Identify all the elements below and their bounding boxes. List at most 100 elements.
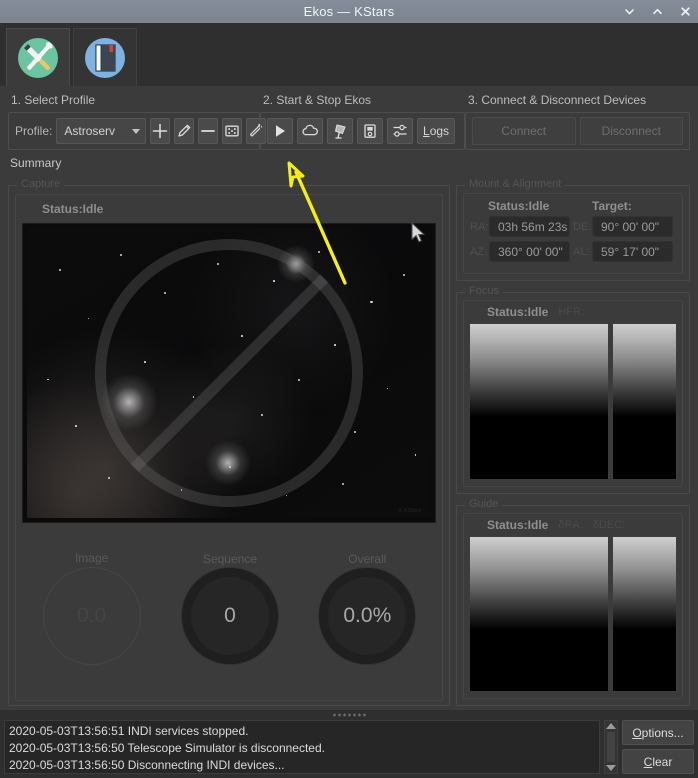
dra-label: δRA: (558, 518, 583, 531)
ra-value: 03h 56m 23s (489, 216, 570, 237)
capture-group-title: Capture (17, 178, 65, 190)
hfr-label: HFR: (558, 306, 585, 318)
scan-profile-button[interactable] (222, 118, 243, 144)
maximize-icon[interactable] (650, 5, 664, 19)
minimize-icon[interactable] (622, 5, 636, 19)
mount-ra-de-row: RA: 03h 56m 23s DE: 90° 00' 00" (470, 216, 676, 237)
step-start-stop-ekos: 2. Start & Stop Ekos Logs (260, 93, 465, 150)
logs-mnemonic: L (423, 124, 430, 138)
log-output[interactable]: 2020-05-03T13:56:51 INDI services stoppe… (4, 720, 600, 774)
focus-plots (469, 323, 677, 480)
connect-label: Connect (501, 124, 547, 138)
overall-gauge: Overall 0.0% (319, 552, 416, 667)
splitter-grip-icon (332, 713, 366, 717)
edit-profile-button[interactable] (174, 118, 195, 144)
profile-select[interactable]: Astroserv (56, 118, 147, 144)
focus-plot-side[interactable] (612, 323, 677, 480)
sliders-icon (393, 124, 407, 137)
profile-selected-value: Astroserv (64, 124, 116, 138)
capture-preview[interactable]: © KStars (22, 223, 436, 523)
cloud-button[interactable] (297, 118, 323, 144)
profile-label: Profile: (15, 124, 53, 138)
add-profile-button[interactable] (150, 118, 171, 144)
connect-button[interactable]: Connect (472, 117, 576, 145)
log-line: 2020-05-03T13:56:50 Disconnecting INDI d… (9, 758, 285, 772)
tab-setup[interactable] (6, 28, 70, 86)
focus-group-title: Focus (465, 285, 503, 297)
pencil-icon (178, 124, 191, 137)
de-value: 90° 00' 00" (592, 216, 673, 237)
log-bar: 2020-05-03T13:56:51 INDI services stoppe… (0, 720, 698, 778)
step3-title: 3. Connect & Disconnect Devices (468, 93, 647, 107)
focus-header-row: Status:Idle HFR: (469, 305, 677, 323)
log-line: 2020-05-03T13:56:51 INDI services stoppe… (9, 724, 249, 738)
tab-scheduler[interactable] (73, 28, 137, 86)
device-manager-button[interactable] (357, 118, 383, 144)
scroll-thumb[interactable] (607, 732, 615, 762)
image-gauge: Image 0.0 (42, 551, 141, 668)
close-icon[interactable] (678, 5, 692, 19)
capture-inner: Status:Idle © KStars Image 0.0 Sequence … (15, 194, 443, 701)
play-icon (276, 125, 285, 137)
sequence-gauge-value: 0 (181, 568, 278, 664)
guide-plot-main[interactable] (469, 535, 610, 692)
de-label: DE: (573, 220, 592, 233)
sequence-gauge: Sequence 0 (181, 552, 278, 667)
preview-watermark: © KStars (398, 508, 421, 514)
image-gauge-caption: Image (74, 551, 109, 565)
scroll-down-icon[interactable] (606, 765, 616, 771)
clear-button[interactable]: Clear (622, 749, 694, 774)
scroll-up-icon[interactable] (606, 723, 616, 729)
options-button[interactable]: Options... (622, 720, 694, 745)
options-mnemonic: O (632, 725, 642, 740)
options-sliders-button[interactable] (387, 118, 413, 144)
guide-plot-side[interactable] (612, 535, 677, 692)
log-line: 2020-05-03T13:56:50 Telescope Simulator … (9, 741, 325, 755)
sequence-gauge-caption: Sequence (202, 552, 257, 566)
mount-group-title: Mount & Alignment (465, 178, 566, 190)
guide-status: Status:Idle (487, 517, 549, 532)
guide-inner: Status:Idle δRA: δDEC: (463, 512, 683, 699)
log-scrollbar[interactable] (604, 720, 618, 774)
logs-button[interactable]: Logs (417, 118, 456, 144)
capture-status-row: Status:Idle (22, 201, 436, 223)
guide-group-title: Guide (465, 497, 503, 510)
book-icon (85, 37, 125, 78)
logs-label-rest: ogs (429, 124, 450, 138)
guide-group: Guide Status:Idle δRA: δDEC: (456, 497, 690, 706)
mount-az-al-row: AZ: 360° 00' 00" AL: 59° 17' 00" (470, 241, 676, 262)
summary-label: Summary (0, 150, 698, 173)
tools-icon (18, 37, 58, 78)
step-connect-devices: 3. Connect & Disconnect Devices Connect … (465, 93, 690, 150)
al-label: AL: (573, 245, 590, 258)
capture-gauges: Image 0.0 Sequence 0 Overall 0.0% (22, 523, 436, 692)
capture-group: Capture Status:Idle © KStars Image 0.0 S… (8, 178, 450, 706)
dice-icon (225, 125, 240, 137)
window-titlebar: Ekos — KStars (0, 0, 698, 24)
mount-header-row: Status:Idle Target: (470, 199, 676, 213)
delete-profile-button[interactable] (198, 118, 219, 144)
start-ekos-button[interactable] (267, 118, 293, 144)
step2-title: 2. Start & Stop Ekos (263, 93, 372, 107)
capture-column: Capture Status:Idle © KStars Image 0.0 S… (8, 173, 450, 706)
profile-toolbar: Profile: Astroserv (8, 112, 267, 150)
plus-icon (153, 123, 168, 139)
ddec-label: δDEC: (592, 518, 626, 531)
mount-status: Status:Idle (488, 199, 550, 213)
guide-plots (469, 535, 677, 692)
ekos-toolbar: Logs (260, 112, 465, 150)
connect-toolbar: Connect Disconnect (465, 112, 690, 150)
capture-status: Status:Idle (42, 202, 104, 216)
disconnect-button[interactable]: Disconnect (579, 117, 683, 145)
log-splitter[interactable] (0, 710, 698, 720)
focus-status: Status:Idle (487, 305, 549, 319)
setup-steps-row: 1. Select Profile Profile: Astroserv 2. … (0, 87, 698, 150)
summary-body: Capture Status:Idle © KStars Image 0.0 S… (0, 173, 698, 710)
module-tabstrip (0, 23, 698, 87)
overall-gauge-caption: Overall (348, 552, 387, 566)
right-column: Mount & Alignment Status:Idle Target: RA… (456, 173, 690, 706)
focus-group: Focus Status:Idle HFR: (456, 285, 690, 494)
disconnect-label: Disconnect (601, 124, 661, 138)
mount-button[interactable] (327, 118, 353, 144)
focus-plot-main[interactable] (469, 323, 610, 480)
